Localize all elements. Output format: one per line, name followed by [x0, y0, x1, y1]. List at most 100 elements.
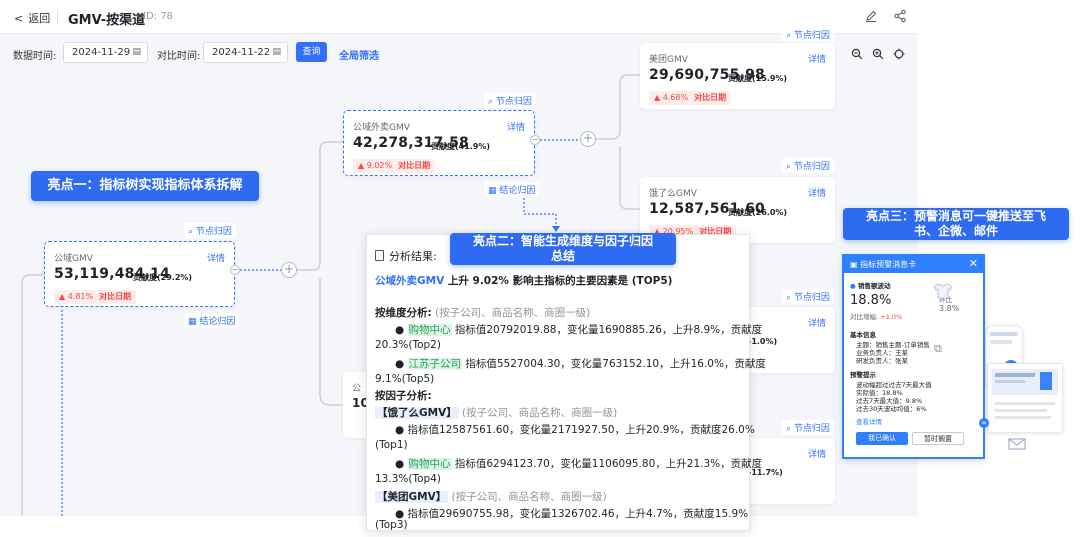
tag-label: 结论归因: [499, 186, 536, 196]
tshirt-icon: [933, 283, 953, 299]
node-name: 公域外卖GMV: [353, 123, 410, 133]
factor-heading: 【饿了么GMV】 (按子公司、商品名称、商圈一级): [375, 405, 617, 420]
highlight-two-line1: 亮点二：智能生成维度与因子归因: [472, 234, 653, 248]
by-factor-heading: 按因子分析:: [375, 390, 432, 402]
dimension-item: ● 江苏子公司 指标值5527004.30，变化量763152.10，上升16.…: [395, 358, 766, 370]
tag-label: 结论归因: [199, 317, 236, 327]
dimension-text: 指标值5527004.30，变化量763152.10，上升16.0%，贡献度: [462, 358, 766, 370]
ring-value: 3.8%: [939, 304, 960, 313]
node-change-chip: ▲ 4.81% 对比日期: [54, 290, 137, 304]
conclusion-attribution-tag[interactable]: ▦ 结论归因: [484, 182, 540, 197]
dimension-text: 指标值20792019.88，变化量1690885.26，上升8.9%，贡献度: [451, 324, 763, 336]
grid-icon: ▦: [488, 186, 497, 196]
node-name: 公域GMV: [54, 254, 93, 264]
node-name: 公: [352, 384, 362, 394]
factor-scope: (按子公司、商品名称、商圈一级): [462, 407, 618, 419]
node-change: 4.68%: [662, 93, 689, 102]
highlight-three-line1: 亮点三：预警消息可一键推送至飞: [865, 209, 1046, 223]
details-link[interactable]: 查看详情: [856, 416, 882, 426]
node-attribution-tag[interactable]: ⌕ 节点归因: [782, 289, 834, 304]
highlight-two-line2: 总结: [550, 249, 575, 263]
alert-card-title: 指标预警消息卡: [860, 260, 917, 269]
tag-label: 节点归因: [793, 31, 830, 41]
search-icon: ⌕: [188, 227, 194, 237]
node-compare-date: 对比日期: [99, 292, 132, 301]
factor-name: 【饿了么GMV】: [375, 407, 459, 419]
node-detail-link[interactable]: 详情: [207, 251, 225, 264]
factor-text: 指标值12587561.60，变化量2171927.50，上升20.9%，贡献度…: [407, 424, 755, 436]
warning-tips-heading: 预警提示: [850, 371, 876, 379]
by-dimension-heading: 按维度分析: (按子公司、商品名称、商圈一级): [375, 305, 590, 320]
node-change: 4.81%: [67, 292, 94, 301]
node-partial-right-b[interactable]: 详情 -11.7%): [740, 438, 835, 504]
email-mockup: [987, 363, 1063, 433]
analysis-summary: 公域外卖GMV 上升 9.02% 影响主指标的主要因素是 (TOP5): [375, 273, 672, 288]
node-detail-link[interactable]: 详情: [808, 316, 826, 329]
factor-name: 【美团GMV】: [375, 491, 449, 503]
dev-owner-text: 研发负责人：张某: [856, 357, 908, 365]
factor-item-tail: (Top1): [375, 439, 408, 451]
node-compare-date: 对比日期: [694, 93, 727, 102]
tag-label: 节点归因: [495, 97, 532, 107]
node-contribution: 贡献度(26.0%): [728, 208, 788, 217]
compare-value: +1.0%: [880, 313, 903, 321]
node-attribution-tag[interactable]: ⌕ 节点归因: [484, 93, 536, 108]
collapse-icon[interactable]: −: [230, 265, 240, 275]
node-compare-date: 对比日期: [398, 161, 431, 170]
analysis-result-panel: 分析结果: 公域外卖GMV 上升 9.02% 影响主指标的主要因素是 (TOP5…: [366, 234, 766, 531]
dimension-item-tail: 9.1%(Top5): [375, 373, 435, 385]
tip-line: 过去30天波动均值：6%: [856, 405, 927, 413]
search-icon: ⌕: [488, 97, 494, 107]
alert-card-header: ▣ 指标预警消息卡 ✕: [844, 256, 983, 273]
factor-dimension-name: 购物中心: [407, 458, 452, 470]
dimension-name: 江苏子公司: [407, 358, 462, 370]
factor-item: ● 指标值29690755.98，变化量1326702.46，上升4.7%，贡献…: [395, 508, 749, 520]
search-icon: ⌕: [786, 31, 792, 41]
by-dimension-label: 按维度分析:: [375, 307, 432, 319]
tag-label: 节点归因: [195, 227, 232, 237]
factor-item-tail: 13.3%(Top4): [375, 473, 441, 485]
bell-icon: ▣: [850, 260, 858, 269]
compare-row: 对比增幅: +1.0%: [850, 311, 902, 321]
mail-icon: [1008, 438, 1026, 450]
add-branch-icon[interactable]: +: [281, 262, 297, 278]
collapse-icon[interactable]: −: [530, 135, 540, 145]
factor-item: ● 购物中心 指标值6294123.70，变化量1106095.80，上升21.…: [395, 458, 763, 470]
metric-label: 销售额波动: [857, 282, 891, 290]
node-contribution: 贡献度(29.2%): [133, 273, 193, 282]
node-detail-link[interactable]: 详情: [507, 120, 525, 133]
copy-icon[interactable]: ⧉: [934, 342, 942, 356]
tag-label: 节点归因: [793, 293, 830, 303]
later-button[interactable]: 暂时搁置: [912, 432, 964, 445]
highlight-three-line2: 书、企微、邮件: [913, 224, 998, 238]
factor-text: 指标值29690755.98，变化量1326702.46，上升4.7%，贡献度1…: [407, 508, 749, 520]
search-icon: ⌕: [786, 293, 792, 303]
factor-item-tail: (Top3): [375, 519, 408, 531]
highlight-two-banner: 亮点二：智能生成维度与因子归因 总结: [450, 233, 676, 265]
node-public-gmv[interactable]: 公域GMV 详情 53,119,484.14 贡献度(29.2%) ▲ 4.81…: [44, 241, 235, 307]
node-change-chip: ▲ 9.02% 对比日期: [353, 159, 436, 173]
node-attribution-tag[interactable]: ⌕ 节点归因: [782, 27, 834, 42]
conclusion-attribution-tag[interactable]: ▦ 结论归因: [184, 313, 240, 328]
dimension-name: 购物中心: [407, 324, 452, 336]
node-detail-link[interactable]: 详情: [808, 52, 826, 65]
node-meituan-gmv[interactable]: 美团GMV 详情 29,690,755.98 贡献度(15.9%) ▲ 4.68…: [640, 43, 835, 109]
metric-label-row: ● 销售额波动: [850, 280, 890, 290]
close-icon[interactable]: ✕: [969, 257, 978, 270]
link-icon: ∞: [979, 418, 989, 428]
document-icon: [375, 250, 384, 261]
node-attribution-tag[interactable]: ⌕ 节点归因: [782, 420, 834, 435]
node-attribution-tag[interactable]: ⌕ 节点归因: [782, 158, 834, 173]
node-attribution-tag[interactable]: ⌕ 节点归因: [184, 223, 236, 238]
node-takeout-gmv[interactable]: 公域外卖GMV 详情 42,278,317.58 贡献度(41.9%) ▲ 9.…: [343, 110, 535, 176]
factor-text: 指标值6294123.70，变化量1106095.80，上升21.3%，贡献度: [451, 458, 763, 470]
node-detail-link[interactable]: 详情: [808, 447, 826, 460]
node-detail-link[interactable]: 详情: [808, 186, 826, 199]
confirm-button[interactable]: 我已确认: [856, 432, 908, 445]
compare-label: 对比增幅:: [850, 313, 879, 321]
node-name: 饿了么GMV: [649, 189, 697, 199]
search-icon: ⌕: [786, 162, 792, 172]
node-change: 9.02%: [366, 161, 393, 170]
add-branch-icon[interactable]: +: [580, 131, 596, 147]
factor-heading: 【美团GMV】 (按子公司、商品名称、商圈一级): [375, 489, 607, 504]
